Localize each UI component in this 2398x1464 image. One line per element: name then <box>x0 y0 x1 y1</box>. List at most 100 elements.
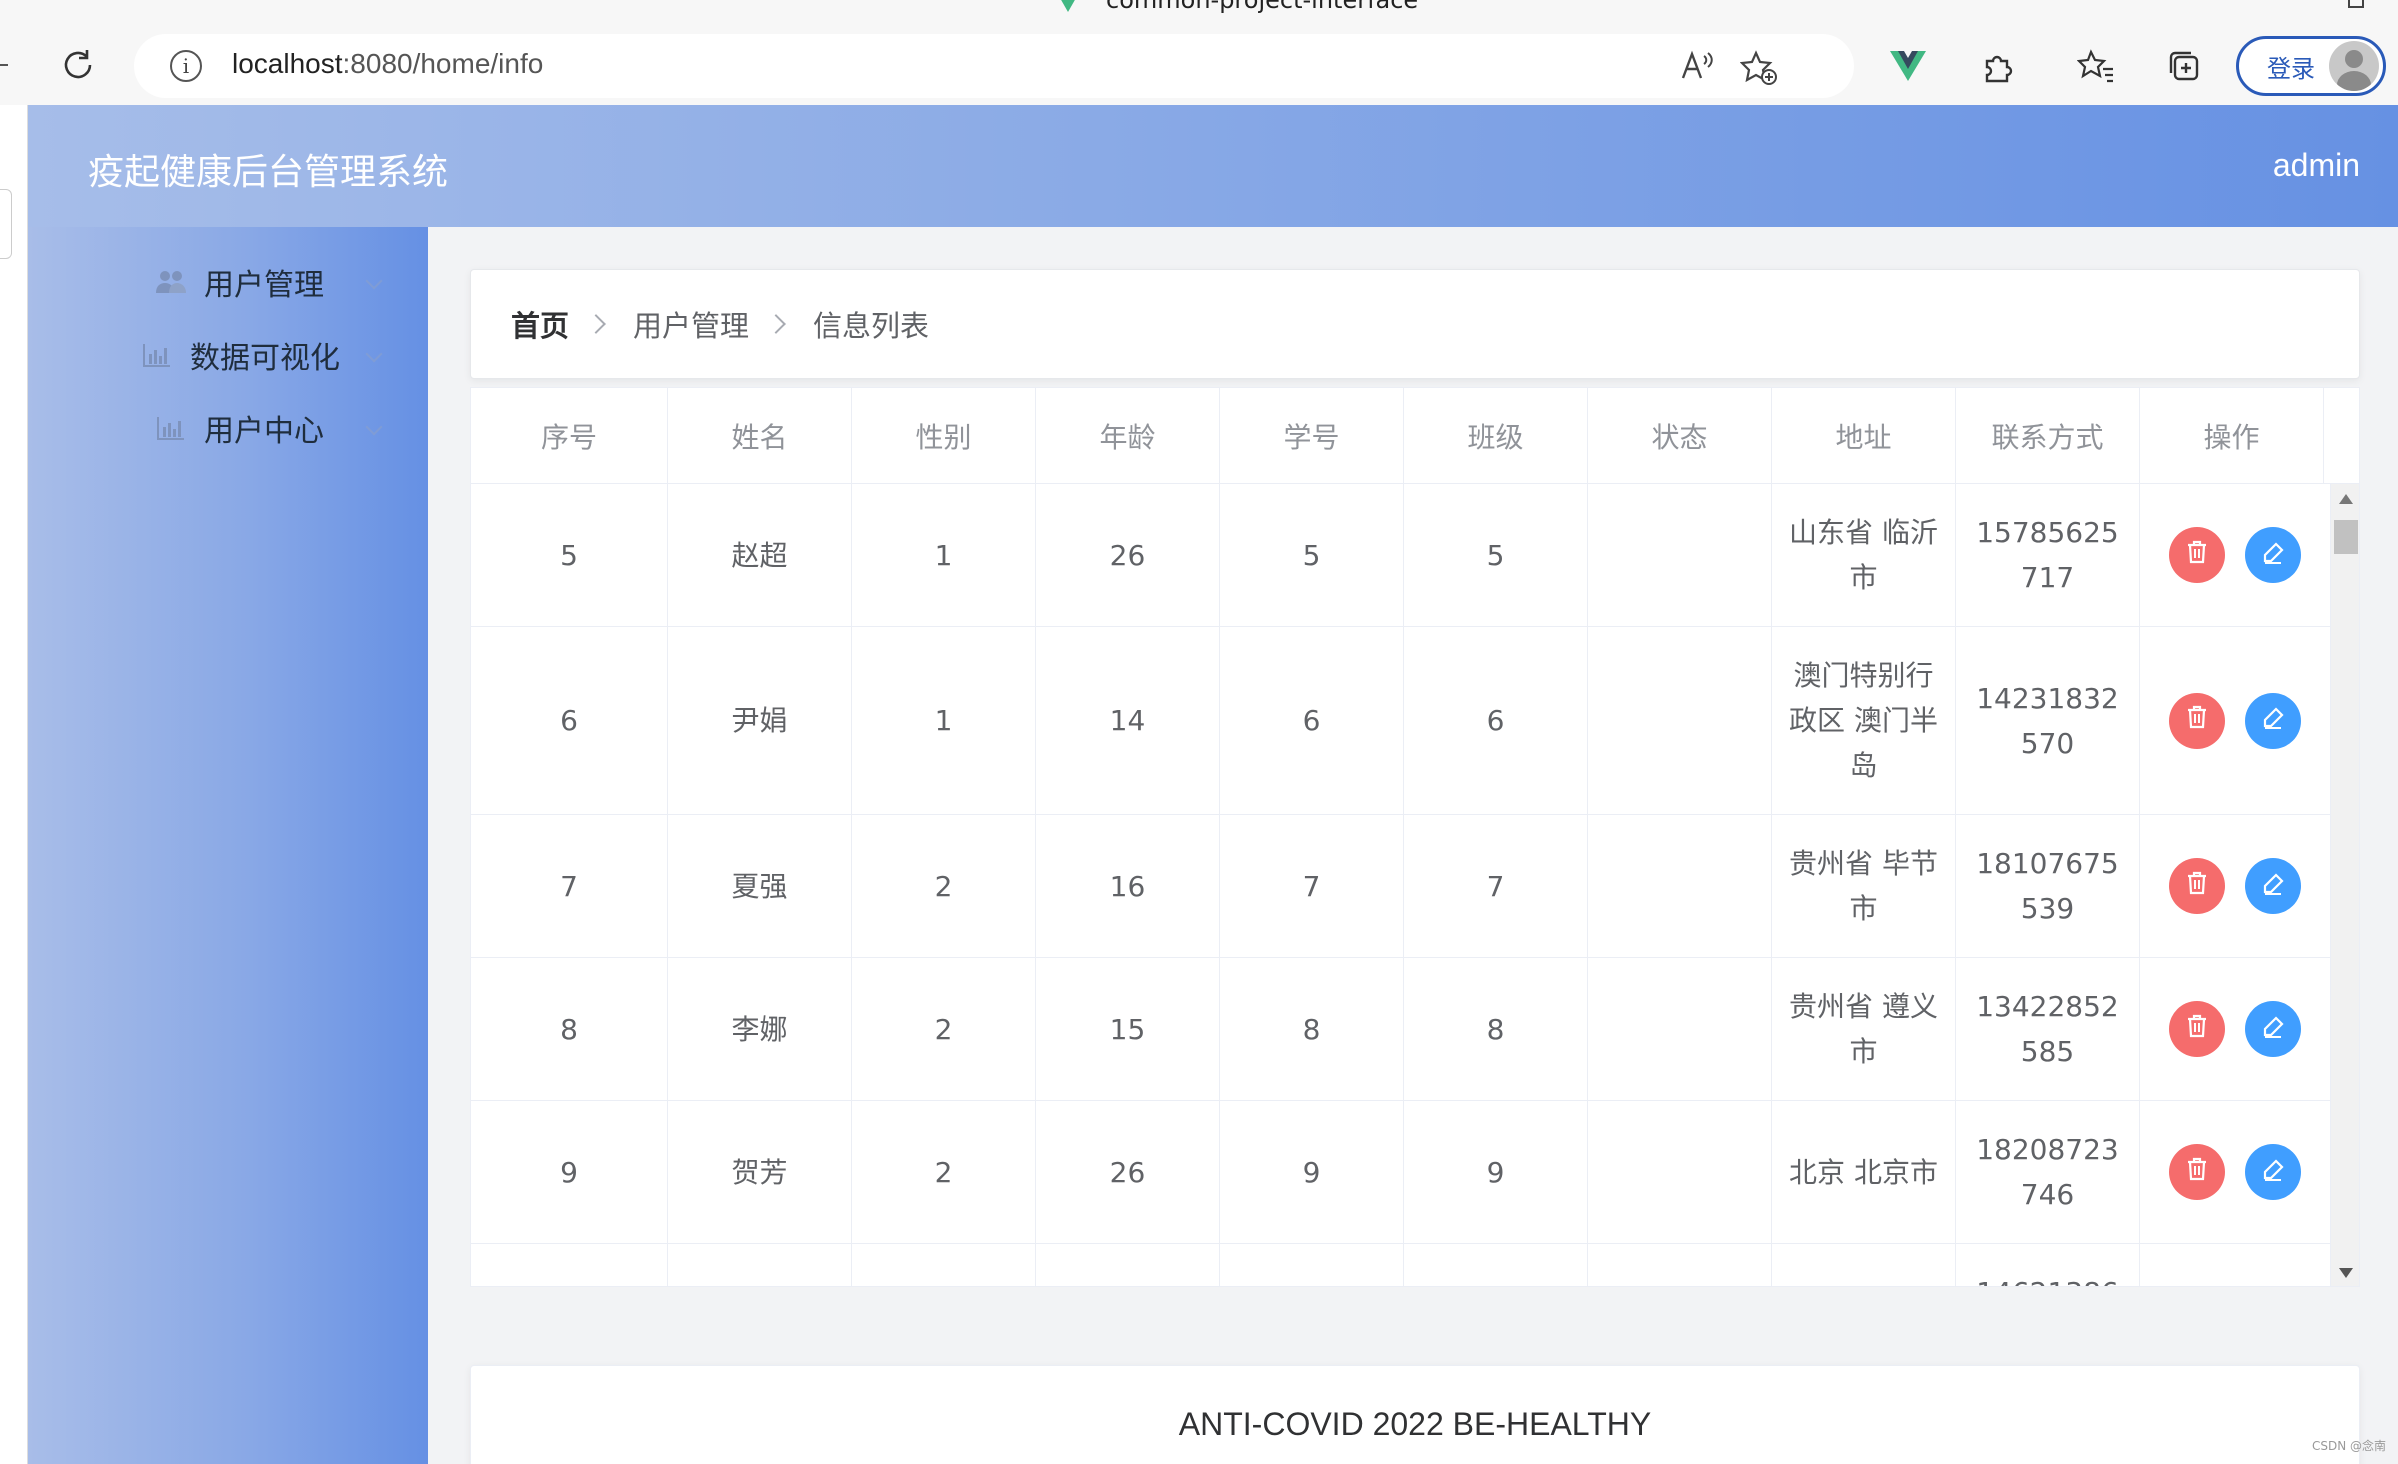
cell-status <box>1588 627 1772 814</box>
cell-class: 8 <box>1404 958 1588 1100</box>
cell-actions <box>2140 1244 2331 1286</box>
cell-contact: 13422852585 <box>1956 958 2140 1100</box>
trash-icon <box>2185 864 2209 909</box>
bar-chart-icon <box>156 413 186 443</box>
column-header-age[interactable]: 年龄 <box>1036 388 1220 484</box>
sidebar-item-data-visualization[interactable]: 数据可视化 <box>28 320 428 390</box>
table-row: 7 夏强 2 16 7 7 贵州省 毕节市 18107675539 <box>471 815 2331 958</box>
table-row: 8 李娜 2 15 8 8 贵州省 遵义市 13422852585 <box>471 958 2331 1101</box>
cell-class: 6 <box>1404 627 1588 814</box>
add-favorite-icon[interactable] <box>1739 50 1778 93</box>
read-aloud-icon[interactable] <box>1680 50 1716 89</box>
delete-button[interactable] <box>2169 527 2225 583</box>
cell-class: 7 <box>1404 815 1588 957</box>
column-header-gender[interactable]: 性别 <box>852 388 1036 484</box>
delete-button[interactable] <box>2169 1001 2225 1057</box>
cell-gender: 2 <box>852 815 1036 957</box>
edit-icon <box>2261 864 2285 909</box>
window-restore-icon[interactable] <box>2348 0 2364 8</box>
breadcrumb-info-list: 信息列表 <box>813 309 930 343</box>
cell-actions <box>2140 627 2331 814</box>
collapsed-panel-handle[interactable] <box>0 189 12 259</box>
scroll-down-arrow-icon[interactable] <box>2339 1268 2353 1278</box>
cell-age: 14 <box>1036 627 1220 814</box>
left-panel-edge <box>0 105 28 1464</box>
delete-button[interactable] <box>2169 858 2225 914</box>
cell-name: 赵超 <box>668 484 852 626</box>
chevron-down-icon <box>365 272 383 290</box>
vue-devtools-icon[interactable] <box>1886 44 1930 88</box>
table-scrollbar[interactable] <box>2331 484 2359 1286</box>
cell-address: 广东省 中 <box>1772 1244 1956 1286</box>
cell-id <box>471 1244 668 1286</box>
scrollbar-thumb[interactable] <box>2334 520 2358 554</box>
cell-class: 5 <box>1404 484 1588 626</box>
extensions-icon[interactable] <box>1976 44 2020 88</box>
breadcrumb-user-management[interactable]: 用户管理 <box>633 303 749 345</box>
cell-contact: 146213864 <box>1956 1244 2140 1286</box>
table-header: 序号 姓名 性别 年龄 学号 班级 状态 地址 联系方式 操作 <box>471 388 2359 484</box>
cell-contact: 15785625717 <box>1956 484 2140 626</box>
bar-chart-icon <box>142 340 172 370</box>
cell-id: 5 <box>471 484 668 626</box>
login-button[interactable]: 登录 <box>2236 36 2386 96</box>
trash-icon <box>2185 1007 2209 1052</box>
cell-status <box>1588 815 1772 957</box>
collections-icon[interactable] <box>2162 44 2206 88</box>
breadcrumb-home[interactable]: 首页 <box>511 303 569 345</box>
breadcrumb: 首页 用户管理 信息列表 <box>470 269 2360 379</box>
column-header-status[interactable]: 状态 <box>1588 388 1772 484</box>
table-row: 6 尹娟 1 14 6 6 澳门特别行政区 澳门半岛 14231832570 <box>471 627 2331 815</box>
sidebar-item-user-management[interactable]: 用户管理 <box>28 247 428 317</box>
app-title: 疫起健康后台管理系统 <box>88 152 449 193</box>
cell-address: 贵州省 遵义市 <box>1772 958 1956 1100</box>
scroll-up-arrow-icon[interactable] <box>2339 494 2353 504</box>
browser-toolbar: common-project-interface i localhost:808… <box>0 0 2398 105</box>
column-header-contact[interactable]: 联系方式 <box>1956 388 2140 484</box>
edit-icon <box>2261 1007 2285 1052</box>
url-text[interactable]: localhost:8080/home/info <box>232 48 543 80</box>
cell-address: 贵州省 毕节市 <box>1772 815 1956 957</box>
address-bar[interactable]: i localhost:8080/home/info <box>134 34 1854 98</box>
cell-gender: 2 <box>852 958 1036 1100</box>
sidebar-item-label: 用户中心 <box>204 414 324 449</box>
sidebar-item-label: 数据可视化 <box>190 341 340 376</box>
column-header-name[interactable]: 姓名 <box>668 388 852 484</box>
chevron-right-icon <box>586 314 606 334</box>
cell-actions <box>2140 484 2331 626</box>
cell-contact: 18208723746 <box>1956 1101 2140 1243</box>
reload-icon[interactable] <box>58 45 98 85</box>
column-header-id[interactable]: 序号 <box>471 388 668 484</box>
column-header-class[interactable]: 班级 <box>1404 388 1588 484</box>
delete-button[interactable] <box>2169 1144 2225 1200</box>
delete-button[interactable] <box>2169 692 2225 749</box>
back-icon[interactable] <box>0 64 8 66</box>
info-icon[interactable]: i <box>170 50 202 82</box>
cell-id: 6 <box>471 627 668 814</box>
edit-icon <box>2261 1150 2285 1195</box>
cell-name: 夏强 <box>668 815 852 957</box>
edit-button[interactable] <box>2245 858 2301 914</box>
sidebar-item-user-center[interactable]: 用户中心 <box>28 393 428 463</box>
column-header-address[interactable]: 地址 <box>1772 388 1956 484</box>
cell-age: 16 <box>1036 815 1220 957</box>
column-header-student-no[interactable]: 学号 <box>1220 388 1404 484</box>
user-name[interactable]: admin <box>2273 147 2360 184</box>
table-row: 广东省 中146213864 <box>471 1244 2331 1286</box>
cell-address: 北京 北京市 <box>1772 1101 1956 1243</box>
tab-title: common-project-interface <box>1106 0 1419 14</box>
vue-favicon-icon <box>1060 0 1076 12</box>
sidebar-item-label: 用户管理 <box>204 268 324 303</box>
cell-actions <box>2140 815 2331 957</box>
edit-button[interactable] <box>2245 692 2301 749</box>
browser-tab[interactable]: common-project-interface <box>1060 0 1418 14</box>
edit-button[interactable] <box>2245 1144 2301 1200</box>
footer-text: ANTI-COVID 2022 BE-HEALTHY <box>1178 1406 1652 1442</box>
edit-button[interactable] <box>2245 527 2301 583</box>
chevron-down-icon <box>365 418 383 436</box>
sidebar: 用户管理 数据可视化 用户中心 <box>28 227 428 1464</box>
cell-age: 15 <box>1036 958 1220 1100</box>
cell-gender: 1 <box>852 484 1036 626</box>
favorites-icon[interactable] <box>2074 44 2118 88</box>
edit-button[interactable] <box>2245 1001 2301 1057</box>
